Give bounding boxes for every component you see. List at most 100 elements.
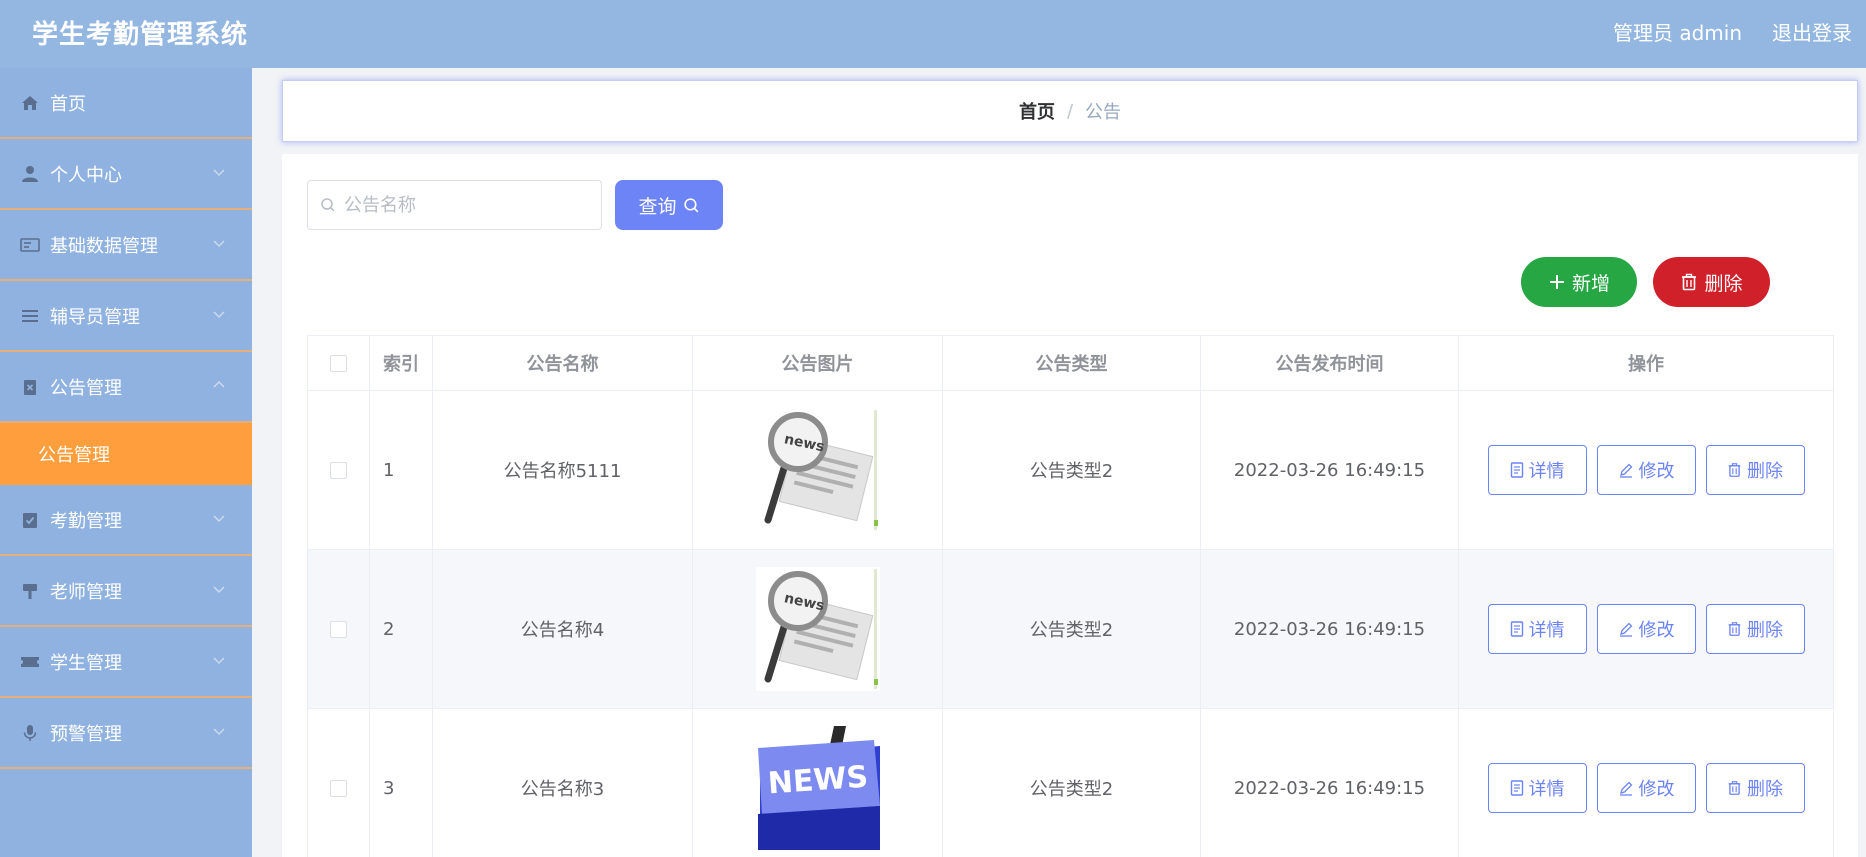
edit-button[interactable]: 修改 (1596, 763, 1696, 813)
detail-button[interactable]: 详情 (1487, 604, 1587, 654)
sidebar-item-attendance[interactable]: 考勤管理 (0, 485, 252, 556)
add-button[interactable]: 新增 (1521, 257, 1637, 307)
row-time: 2022-03-26 16:49:15 (1200, 390, 1459, 550)
detail-button-label: 详情 (1528, 620, 1565, 641)
news-magnifier-image[interactable]: news (755, 567, 880, 691)
sidebar-item-label: 学生管理 (50, 652, 122, 674)
detail-button[interactable]: 详情 (1487, 763, 1587, 813)
edit-button[interactable]: 修改 (1596, 445, 1696, 495)
sidebar-item-notice[interactable]: 公告管理 (0, 352, 252, 423)
row-index: 1 (369, 390, 433, 550)
row-type: 公告类型2 (942, 708, 1201, 857)
breadcrumb-current: 公告 (1085, 102, 1122, 123)
chevron-down-icon (213, 239, 225, 247)
trash-icon (1728, 463, 1741, 477)
delete-button[interactable]: 删除 (1705, 763, 1805, 813)
chevron-down-icon (213, 656, 225, 664)
sidebar-item-personal-center[interactable]: 个人中心 (0, 139, 252, 210)
sidebar-item-label: 个人中心 (50, 164, 122, 186)
row-checkbox[interactable] (330, 780, 347, 797)
pencil-icon (1619, 781, 1632, 796)
home-icon (20, 93, 40, 113)
delete-button[interactable]: 删除 (1705, 604, 1805, 654)
edit-button-label: 修改 (1638, 461, 1675, 482)
add-button-label: 新增 (1571, 272, 1610, 295)
query-button[interactable]: 查询 (615, 180, 723, 230)
document-icon (1510, 621, 1523, 637)
row-name: 公告名称3 (432, 708, 693, 857)
sidebar-item-teacher[interactable]: 老师管理 (0, 556, 252, 627)
trash-icon (1728, 781, 1741, 795)
row-actions: 详情 修改 删除 (1458, 390, 1834, 550)
select-all-cell (307, 335, 370, 391)
edit-button-label: 修改 (1638, 620, 1675, 641)
chevron-up-icon (213, 380, 225, 388)
sidebar-item-label: 考勤管理 (50, 510, 122, 532)
sidebar-item-warning[interactable]: 预警管理 (0, 698, 252, 769)
id-card-icon (20, 235, 40, 255)
row-type: 公告类型2 (942, 390, 1201, 550)
row-image-cell: news (692, 549, 943, 709)
search-icon (321, 198, 335, 212)
row-index: 2 (369, 549, 433, 709)
pencil-icon (1619, 622, 1632, 637)
row-name: 公告名称5111 (432, 390, 693, 550)
column-header: 索引 (369, 335, 433, 391)
header-user-area: 管理员 admin 退出登录 (1613, 17, 1852, 46)
breadcrumb: 首页 / 公告 (282, 80, 1858, 142)
sidebar-item-label: 预警管理 (50, 723, 122, 745)
pencil-icon (1619, 463, 1632, 478)
sidebar-item-counselor[interactable]: 辅导员管理 (0, 281, 252, 352)
main-content: 查询 新增 删除 索引 公告名称 公告图片 公告类型 公告发布时间 操作 (282, 154, 1858, 857)
user-icon (20, 164, 40, 184)
sidebar-item-label: 首页 (50, 93, 86, 115)
row-index: 3 (369, 708, 433, 857)
edit-button-label: 修改 (1638, 779, 1675, 800)
detail-button[interactable]: 详情 (1487, 445, 1587, 495)
delete-button-label: 删除 (1747, 779, 1783, 800)
row-time: 2022-03-26 16:49:15 (1200, 549, 1459, 709)
plus-icon (1549, 275, 1564, 289)
search-field[interactable] (307, 180, 602, 230)
top-header: 学生考勤管理系统 管理员 admin 退出登录 (0, 0, 1866, 68)
column-header: 公告类型 (942, 335, 1201, 391)
breadcrumb-home[interactable]: 首页 (1019, 98, 1055, 124)
chevron-down-icon (213, 727, 225, 735)
detail-button-label: 详情 (1528, 461, 1565, 482)
row-select-cell (307, 549, 370, 709)
row-checkbox[interactable] (330, 462, 347, 479)
column-header: 公告图片 (692, 335, 943, 391)
sidebar-item-label: 基础数据管理 (50, 235, 158, 257)
chevron-down-icon (213, 514, 225, 522)
search-input[interactable] (344, 194, 584, 216)
chevron-down-icon (213, 585, 225, 593)
row-checkbox[interactable] (330, 621, 347, 638)
document-icon (1510, 462, 1523, 478)
app-title: 学生考勤管理系统 (32, 20, 249, 50)
row-actions: 详情 修改 删除 (1458, 708, 1834, 857)
table-row: 3 公告名称3 NEWS 公告类型2 2022-03-26 16:49:15 详… (307, 708, 1834, 857)
delete-button[interactable]: 删除 (1705, 445, 1805, 495)
logout-link[interactable]: 退出登录 (1772, 17, 1852, 46)
sidebar-item-basic-data[interactable]: 基础数据管理 (0, 210, 252, 281)
batch-delete-button-label: 删除 (1704, 272, 1743, 295)
sidebar-item-label: 公告管理 (50, 377, 122, 399)
sidebar-item-student[interactable]: 学生管理 (0, 627, 252, 698)
brush-icon (20, 581, 40, 601)
submenu-item-notice-management[interactable]: 公告管理 (0, 423, 252, 485)
clipboard-check-icon (20, 510, 40, 530)
sidebar-item-home[interactable]: 首页 (0, 68, 252, 139)
select-all-checkbox[interactable] (330, 355, 347, 372)
delete-button-label: 删除 (1747, 461, 1783, 482)
trash-icon (1682, 273, 1697, 291)
detail-button-label: 详情 (1528, 779, 1565, 800)
news-magnifier-image[interactable]: news (755, 408, 880, 532)
row-actions: 详情 修改 删除 (1458, 549, 1834, 709)
row-image-cell: news (692, 390, 943, 550)
edit-button[interactable]: 修改 (1596, 604, 1696, 654)
row-name: 公告名称4 (432, 549, 693, 709)
column-header: 公告发布时间 (1200, 335, 1459, 391)
table-row: 1 公告名称5111 news 公告类型2 2022-03-26 16:49:1… (307, 390, 1834, 550)
batch-delete-button[interactable]: 删除 (1653, 257, 1770, 307)
news-keyboard-key-image[interactable]: NEWS (755, 726, 880, 850)
